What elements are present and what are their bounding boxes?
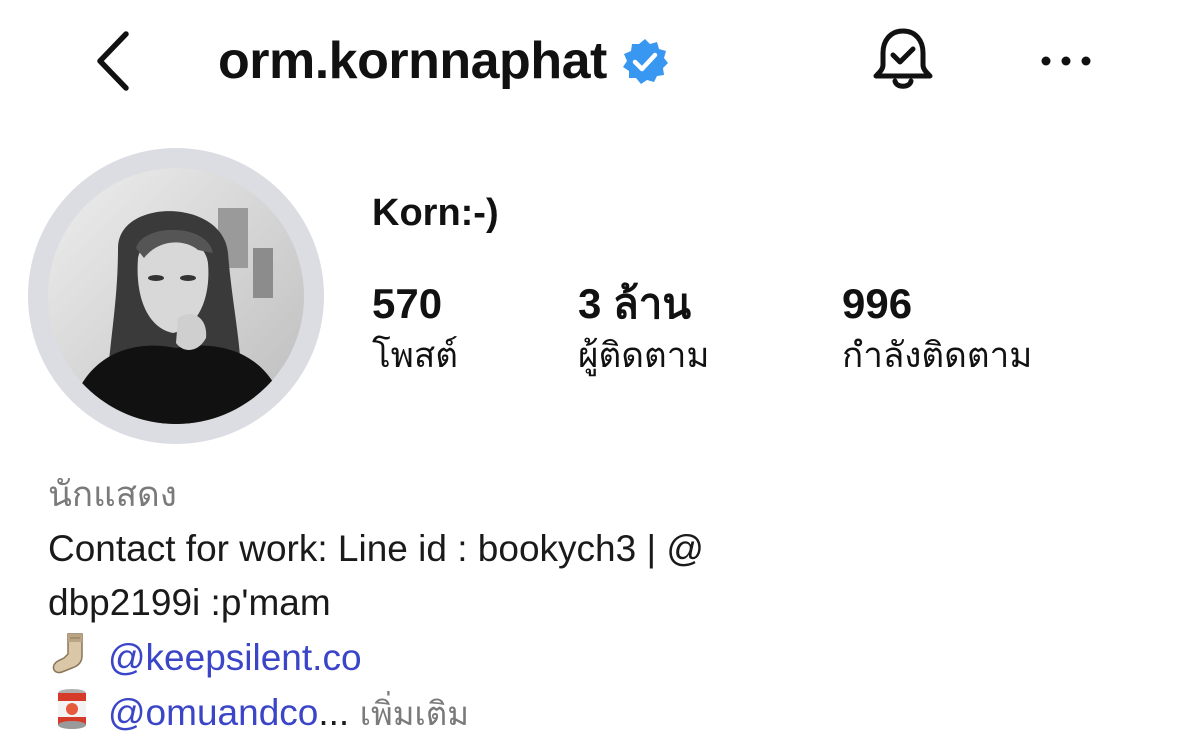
- bio: นักแสดง Contact for work: Line id : book…: [48, 468, 1158, 741]
- more-options-button[interactable]: [1038, 44, 1094, 78]
- profile-category: นักแสดง: [48, 475, 177, 515]
- can-icon: [58, 689, 86, 729]
- omuandco-link[interactable]: @omuandco: [108, 692, 318, 733]
- verified-badge-icon: [622, 39, 668, 84]
- back-button[interactable]: [90, 28, 140, 94]
- keepsilent-link[interactable]: @keepsilent.co: [108, 637, 362, 678]
- posts-label: โพสต์: [372, 336, 458, 376]
- display-name: Korn:-): [372, 192, 499, 234]
- see-more-link[interactable]: เพิ่มเติม: [349, 694, 469, 733]
- title-area: orm.kornnaphat: [218, 28, 669, 94]
- notification-button[interactable]: [870, 25, 936, 97]
- followers-label: ผู้ติดตาม: [578, 336, 710, 376]
- posts-stat[interactable]: 570 โพสต์: [372, 278, 458, 382]
- avatar-photo: [48, 168, 304, 424]
- chevron-left-icon: [97, 31, 129, 91]
- followers-stat[interactable]: 3 ล้าน ผู้ติดตาม: [578, 278, 709, 382]
- profile-avatar-ring[interactable]: [28, 148, 324, 444]
- username-title: orm.kornnaphat: [218, 32, 607, 90]
- avatar: [48, 168, 304, 424]
- following-stat[interactable]: 996 กำลังติดตาม: [842, 278, 1032, 382]
- ellipsis: ...: [318, 692, 350, 733]
- bio-link-row-2: @omuandco... เพิ่มเติม: [48, 685, 1158, 741]
- more-horizontal-icon: [1041, 56, 1091, 66]
- bio-contact-line-2: dbp2199i :p'mam: [48, 582, 331, 623]
- sock-icon: [52, 633, 83, 674]
- following-label: กำลังติดตาม: [842, 336, 1033, 376]
- bio-link-row-1: @keepsilent.co: [48, 630, 1158, 685]
- profile-header: orm.kornnaphat: [0, 0, 1179, 125]
- posts-count: 570: [372, 280, 443, 327]
- following-count: 996: [842, 280, 913, 327]
- followers-count: 3 ล้าน: [578, 280, 692, 327]
- bell-check-icon: [873, 28, 933, 89]
- bio-contact-line-1: Contact for work: Line id : bookych3 | @: [48, 528, 704, 569]
